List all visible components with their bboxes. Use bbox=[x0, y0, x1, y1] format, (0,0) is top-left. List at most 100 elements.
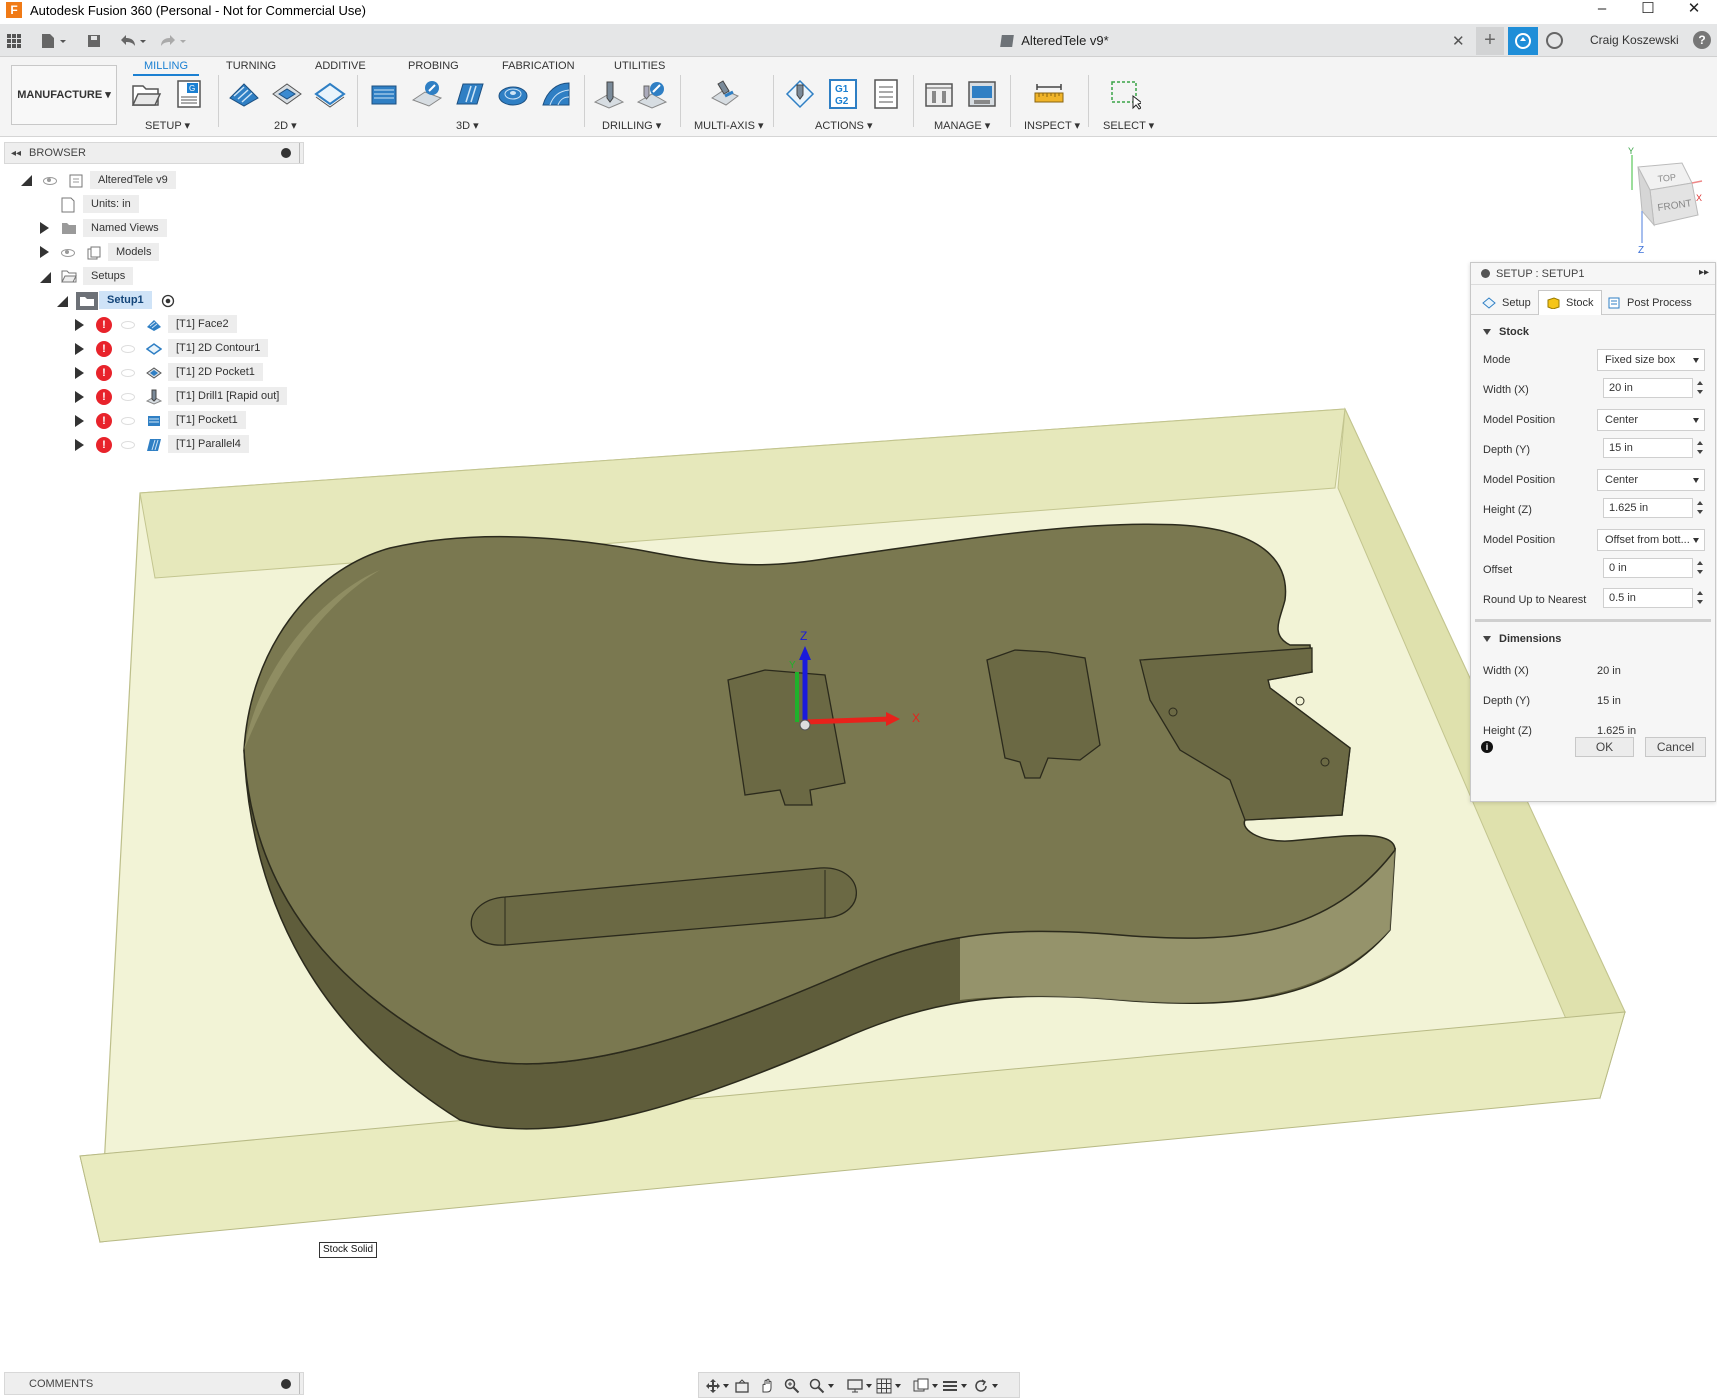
dropdown-caret-icon[interactable] bbox=[992, 1384, 998, 1388]
collapse-triangle-icon[interactable] bbox=[57, 296, 68, 307]
display-settings-button[interactable] bbox=[847, 1378, 863, 1394]
browser-units[interactable]: Units: in bbox=[83, 195, 139, 213]
post-process-button[interactable]: G1 G2 bbox=[827, 78, 859, 110]
select-group-label[interactable]: SELECT ▾ bbox=[1103, 119, 1154, 132]
error-icon[interactable]: ! bbox=[96, 413, 112, 429]
inspect-group-label[interactable]: INSPECT ▾ bbox=[1024, 119, 1080, 132]
browser-named-views[interactable]: Named Views bbox=[83, 219, 167, 237]
new-folder-button[interactable] bbox=[130, 78, 162, 110]
expand-triangle-icon[interactable] bbox=[75, 319, 84, 331]
2d-pocket-button[interactable] bbox=[271, 78, 303, 110]
machine-library-button[interactable] bbox=[966, 78, 998, 110]
model-position-y-select[interactable]: Center bbox=[1597, 469, 1705, 491]
section-view-button[interactable] bbox=[942, 1378, 958, 1394]
expand-triangle-icon[interactable] bbox=[75, 343, 84, 355]
toolpath-visibility-icon[interactable] bbox=[121, 345, 135, 353]
cancel-button[interactable]: Cancel bbox=[1645, 737, 1706, 757]
3d-group-label[interactable]: 3D ▾ bbox=[456, 119, 479, 132]
expand-triangle-icon[interactable] bbox=[40, 246, 49, 258]
dropdown-caret-icon[interactable] bbox=[723, 1384, 729, 1388]
browser-models[interactable]: Models bbox=[108, 243, 160, 261]
tab-turning[interactable]: TURNING bbox=[226, 60, 276, 72]
tab-stock[interactable]: Stock bbox=[1538, 290, 1602, 315]
2d-adaptive-button[interactable] bbox=[228, 78, 260, 110]
expand-triangle-icon[interactable] bbox=[75, 439, 84, 451]
close-document-tab-button[interactable]: ✕ bbox=[1452, 32, 1465, 50]
redo-button[interactable] bbox=[158, 31, 188, 51]
model-position-z-select[interactable]: Offset from bott... bbox=[1597, 529, 1705, 551]
2d-group-label[interactable]: 2D ▾ bbox=[274, 119, 297, 132]
setup-sheet-button[interactable] bbox=[870, 78, 902, 110]
clock-icon[interactable] bbox=[1546, 32, 1563, 49]
multi-axis-group-label[interactable]: MULTI-AXIS ▾ bbox=[694, 119, 764, 132]
tab-milling[interactable]: MILLING bbox=[133, 60, 200, 76]
visibility-eye-icon[interactable] bbox=[43, 177, 57, 185]
orbit-pan-button[interactable] bbox=[705, 1378, 721, 1394]
operation-item[interactable]: [T1] Face2 bbox=[168, 315, 237, 333]
parallel-button[interactable] bbox=[454, 78, 486, 110]
info-icon[interactable]: i bbox=[1481, 741, 1493, 753]
toolpath-visibility-icon[interactable] bbox=[121, 417, 135, 425]
depth-y-spinner[interactable] bbox=[1695, 438, 1705, 458]
dropdown-caret-icon[interactable] bbox=[895, 1384, 901, 1388]
minimize-panel-icon[interactable] bbox=[281, 148, 291, 158]
panel-resize-handle[interactable] bbox=[299, 143, 303, 163]
undo-button[interactable] bbox=[118, 31, 148, 51]
dropdown-caret-icon[interactable] bbox=[866, 1384, 872, 1388]
operation-item[interactable]: [T1] 2D Contour1 bbox=[168, 339, 269, 357]
height-z-spinner[interactable] bbox=[1695, 498, 1705, 518]
round-up-input[interactable]: 0.5 in bbox=[1603, 588, 1693, 608]
error-icon[interactable]: ! bbox=[96, 317, 112, 333]
app-grid-button[interactable] bbox=[6, 31, 22, 51]
help-icon[interactable]: ? bbox=[1693, 31, 1711, 49]
browser-root-document[interactable]: AlteredTele v9 bbox=[90, 171, 176, 189]
multi-axis-contour-button[interactable] bbox=[709, 78, 741, 110]
depth-y-input[interactable]: 15 in bbox=[1603, 438, 1693, 458]
viewports-button[interactable] bbox=[913, 1378, 929, 1394]
operation-item[interactable]: [T1] Pocket1 bbox=[168, 411, 246, 429]
expand-triangle-icon[interactable] bbox=[75, 367, 84, 379]
maximize-button[interactable]: ☐ bbox=[1625, 0, 1671, 20]
tab-additive[interactable]: ADDITIVE bbox=[315, 60, 366, 72]
manage-group-label[interactable]: MANAGE ▾ bbox=[934, 119, 990, 132]
look-at-button[interactable] bbox=[734, 1378, 750, 1394]
tab-probing[interactable]: PROBING bbox=[408, 60, 459, 72]
width-x-spinner[interactable] bbox=[1695, 378, 1705, 398]
ok-button[interactable]: OK bbox=[1575, 737, 1634, 757]
workspace-switcher-button[interactable]: MANUFACTURE ▾ bbox=[11, 65, 117, 125]
3d-pocket-clearing-button[interactable] bbox=[411, 78, 443, 110]
operation-item[interactable]: [T1] Drill1 [Rapid out] bbox=[168, 387, 288, 405]
save-button[interactable] bbox=[86, 31, 102, 51]
simulate-button[interactable] bbox=[784, 78, 816, 110]
tool-library-button[interactable] bbox=[923, 78, 955, 110]
error-icon[interactable]: ! bbox=[96, 365, 112, 381]
expand-triangle-icon[interactable] bbox=[75, 391, 84, 403]
add-comment-icon[interactable] bbox=[281, 1379, 291, 1389]
expand-dialog-icon[interactable]: ▸▸ bbox=[1699, 267, 1709, 278]
browser-panel-header[interactable]: ◂◂ BROWSER bbox=[4, 142, 304, 164]
offset-spinner[interactable] bbox=[1695, 558, 1705, 578]
hole-recognition-button[interactable] bbox=[636, 78, 668, 110]
wcs-origin-point[interactable] bbox=[799, 719, 811, 731]
round-up-spinner[interactable] bbox=[1695, 588, 1705, 608]
toolpath-visibility-icon[interactable] bbox=[121, 369, 135, 377]
operation-item[interactable]: [T1] 2D Pocket1 bbox=[168, 363, 263, 381]
tab-utilities[interactable]: UTILITIES bbox=[614, 60, 665, 72]
dialog-title-bar[interactable]: SETUP : SETUP1 ▸▸ bbox=[1471, 263, 1715, 285]
scallop-button[interactable] bbox=[540, 78, 572, 110]
select-window-button[interactable] bbox=[1109, 78, 1144, 110]
contour-3d-button[interactable] bbox=[497, 78, 529, 110]
operation-item[interactable]: [T1] Parallel4 bbox=[168, 435, 249, 453]
minimize-button[interactable]: – bbox=[1579, 0, 1625, 20]
dropdown-caret-icon[interactable] bbox=[961, 1384, 967, 1388]
mode-select[interactable]: Fixed size box bbox=[1597, 349, 1705, 371]
graphics-canvas[interactable]: Z X Y bbox=[0, 137, 1717, 1369]
offset-input[interactable]: 0 in bbox=[1603, 558, 1693, 578]
browser-setup1[interactable]: Setup1 bbox=[99, 291, 152, 309]
collapse-triangle-icon[interactable] bbox=[40, 272, 51, 283]
refresh-view-button[interactable] bbox=[973, 1378, 989, 1394]
setup-group-label[interactable]: SETUP ▾ bbox=[145, 119, 190, 132]
comments-panel[interactable]: COMMENTS bbox=[4, 1372, 304, 1395]
height-z-input[interactable]: 1.625 in bbox=[1603, 498, 1693, 518]
measure-button[interactable] bbox=[1033, 78, 1065, 110]
